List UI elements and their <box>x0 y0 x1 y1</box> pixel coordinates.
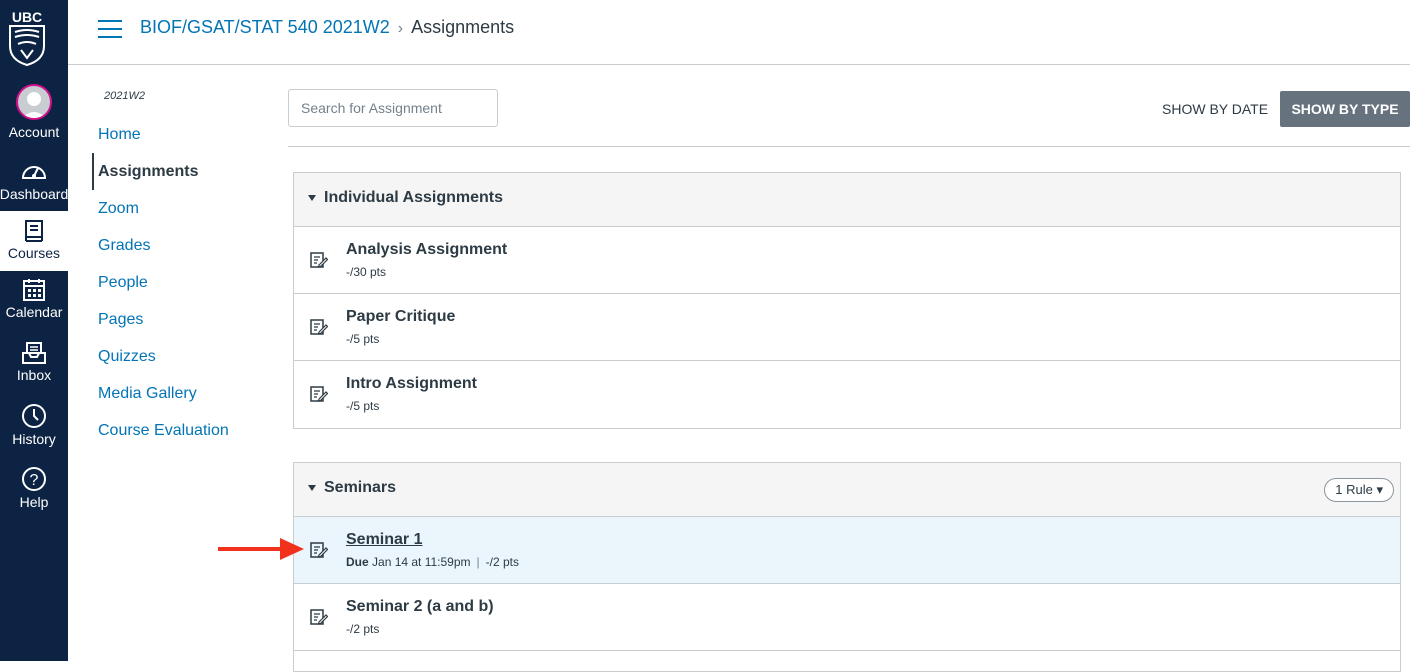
course-nav-grades[interactable]: Grades <box>92 227 272 264</box>
assignment-points: -/2 pts <box>346 622 380 636</box>
global-nav-label: Help <box>19 494 49 510</box>
global-nav-label: Account <box>8 124 60 140</box>
breadcrumb-separator-icon: › <box>397 20 404 37</box>
course-nav-quizzes[interactable]: Quizzes <box>92 338 272 375</box>
assignment-group-title: Individual Assignments <box>324 189 503 206</box>
meta-separator: | <box>476 555 480 569</box>
assignment-group-header[interactable]: Individual Assignments <box>294 173 1400 227</box>
assignment-title[interactable]: Paper Critique <box>346 308 455 326</box>
red-arrow-icon <box>218 538 304 560</box>
assignment-icon <box>310 252 328 268</box>
course-nav-home[interactable]: Home <box>92 116 272 153</box>
assignment-points: -/2 pts <box>485 555 520 569</box>
assignment-group-header[interactable]: Seminars 1 Rule ▾ <box>294 463 1400 517</box>
ubc-logo[interactable]: UBC <box>6 8 48 66</box>
global-nav-label: Inbox <box>16 367 52 383</box>
assignment-points: -/5 pts <box>346 399 380 413</box>
caret-down-icon <box>308 195 316 201</box>
svg-text:?: ? <box>30 472 39 489</box>
global-nav-label: Courses <box>7 245 61 261</box>
course-nav-zoom[interactable]: Zoom <box>92 190 272 227</box>
assignment-row[interactable]: Seminar 2 (a and b) -/2 pts <box>294 584 1400 651</box>
course-nav-people[interactable]: People <box>92 264 272 301</box>
global-nav-account[interactable]: Account <box>0 84 68 144</box>
courses-icon <box>25 220 43 242</box>
assignment-title[interactable]: Analysis Assignment <box>346 241 507 259</box>
course-nav-assignments[interactable]: Assignments <box>92 153 272 190</box>
global-nav-label: Calendar <box>5 304 63 320</box>
help-icon: ? <box>22 467 46 491</box>
toolbar-divider <box>288 146 1410 147</box>
assignment-row[interactable]: Paper Critique -/5 pts <box>294 294 1400 361</box>
show-by-date-button[interactable]: SHOW BY DATE <box>1152 91 1278 127</box>
assignment-title[interactable]: Seminar 2 (a and b) <box>346 598 494 616</box>
avatar <box>16 84 52 120</box>
course-nav: Home Assignments Zoom Grades People Page… <box>92 116 272 449</box>
assignment-icon <box>310 542 328 558</box>
assignment-due-info: Due Jan 14 at 11:59pm | -/2 pts <box>346 555 519 569</box>
global-nav-inbox[interactable]: Inbox <box>0 341 68 401</box>
assignment-row[interactable]: Intro Assignment -/5 pts <box>294 361 1400 428</box>
hamburger-menu-icon[interactable] <box>98 20 122 40</box>
global-nav-label: History <box>12 431 56 447</box>
breadcrumb: BIOF/GSAT/STAT 540 2021W2 › Assignments <box>140 17 514 38</box>
dashboard-icon <box>21 166 47 179</box>
assignment-points: -/5 pts <box>346 332 380 346</box>
global-nav: UBC Account Dashboard Courses Calendar I… <box>0 0 68 661</box>
course-nav-pages[interactable]: Pages <box>92 301 272 338</box>
assignment-row[interactable]: Seminar 1 Due Jan 14 at 11:59pm | -/2 pts <box>294 517 1400 584</box>
group-rules-button[interactable]: 1 Rule ▾ <box>1324 478 1394 502</box>
assignment-group-individual: Individual Assignments Analysis Assignme… <box>293 172 1401 429</box>
assignment-title[interactable]: Seminar 1 <box>346 531 422 549</box>
assignment-points: -/30 pts <box>346 265 387 279</box>
course-nav-course-evaluation[interactable]: Course Evaluation <box>92 412 272 449</box>
history-icon <box>22 404 46 428</box>
assignment-row-partial <box>294 651 1400 671</box>
global-nav-calendar[interactable]: Calendar <box>0 278 68 338</box>
assignment-icon <box>310 319 328 335</box>
caret-down-icon <box>308 485 316 491</box>
inbox-icon <box>22 342 46 364</box>
course-nav-media-gallery[interactable]: Media Gallery <box>92 375 272 412</box>
calendar-icon <box>23 279 45 301</box>
due-label: Due <box>346 555 369 569</box>
global-nav-help[interactable]: ? Help <box>0 466 68 526</box>
assignment-group-title: Seminars <box>324 479 397 496</box>
global-nav-history[interactable]: History <box>0 403 68 463</box>
breadcrumb-course-link[interactable]: BIOF/GSAT/STAT 540 2021W2 <box>140 17 390 37</box>
search-assignment-input[interactable] <box>288 89 498 127</box>
show-by-type-button[interactable]: SHOW BY TYPE <box>1280 91 1410 127</box>
global-nav-courses[interactable]: Courses <box>0 211 68 271</box>
assignment-group-seminars: Seminars 1 Rule ▾ Seminar 1 Due Jan 14 a… <box>293 462 1401 672</box>
page-header: BIOF/GSAT/STAT 540 2021W2 › Assignments <box>68 0 1410 65</box>
assignment-row[interactable]: Analysis Assignment -/30 pts <box>294 227 1400 294</box>
due-date: Jan 14 at 11:59pm <box>372 555 471 569</box>
assignment-icon <box>310 609 328 625</box>
global-nav-label: Dashboard <box>0 186 69 202</box>
svg-text:UBC: UBC <box>12 9 42 25</box>
course-term: 2021W2 <box>104 90 145 102</box>
assignment-title[interactable]: Intro Assignment <box>346 375 477 393</box>
assignment-icon <box>310 386 328 402</box>
breadcrumb-current: Assignments <box>411 17 515 37</box>
